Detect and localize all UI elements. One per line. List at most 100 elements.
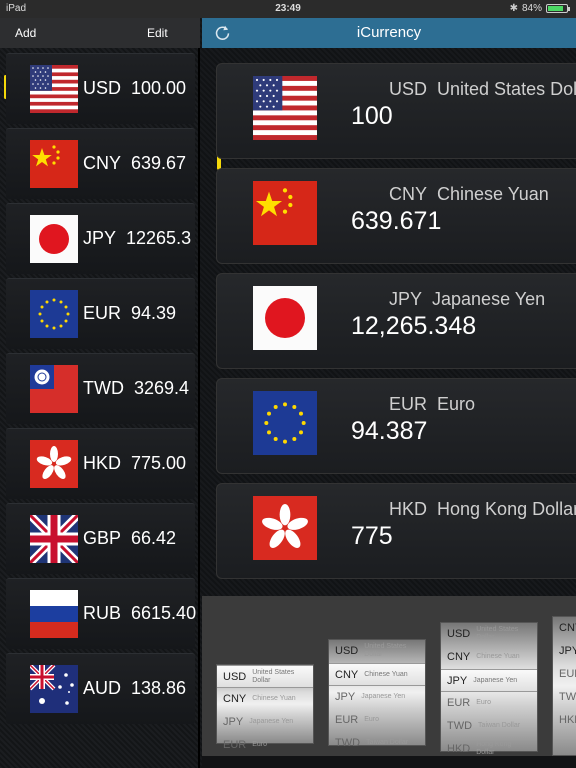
picker-option-name: Chinese Yuan — [364, 671, 408, 679]
picker-option[interactable]: EUR Euro — [217, 734, 313, 756]
main-navbar: iCurrency — [202, 18, 576, 48]
picker-wheel-2[interactable]: USD United States Dollar CNY Chinese Yuan JP… — [328, 639, 426, 749]
conversion-card-cny[interactable]: CNY Chinese Yuan 639.671 — [216, 168, 576, 264]
sidebar-item-text: USD 100.00 — [83, 78, 186, 99]
sidebar-item-text: GBP 66.42 — [83, 528, 176, 549]
currency-code: HKD — [83, 453, 122, 473]
currency-code: USD — [389, 79, 428, 99]
picker-wheel-4[interactable]: CNY JPY EUR TWD HKD — [552, 616, 576, 756]
picker-option[interactable]: USD United States Dollar — [329, 640, 425, 663]
picker-option[interactable]: CNY Chinese Yuan — [441, 646, 537, 669]
add-button[interactable]: Add — [15, 26, 36, 40]
sidebar-item-gbp[interactable]: GBP 66.42 — [6, 503, 195, 574]
currency-amount: 12265.3 — [126, 228, 192, 248]
picker-option[interactable]: CNY Chinese Yuan — [329, 663, 425, 686]
currency-amount: 775.00 — [131, 453, 187, 473]
currency-code: EUR — [389, 394, 428, 414]
conversion-card-hkd[interactable]: HKD Hong Kong Dollar 775 — [216, 483, 576, 579]
picker-option[interactable]: EUR Euro — [329, 709, 425, 732]
hkd-flag-icon — [253, 496, 317, 560]
currency-code: USD — [83, 78, 122, 98]
conversion-card-eur[interactable]: EUR Euro 94.387 — [216, 378, 576, 474]
sidebar-item-aud[interactable]: AUD 138.86 — [6, 653, 195, 724]
currency-code: HKD — [389, 499, 428, 519]
currency-code: TWD — [83, 378, 124, 398]
picker-option-code: CNY — [223, 693, 247, 705]
currency-code: CNY — [389, 184, 428, 204]
conversion-list: USD United States Dollar 100 CNY Chinese Yua… — [202, 48, 576, 596]
picker-option-code: JPY — [223, 716, 244, 728]
picker-option[interactable]: JPY Japanese Yen — [441, 669, 537, 692]
usd-flag-icon — [30, 65, 78, 113]
sidebar-item-text: AUD 138.86 — [83, 678, 186, 699]
twd-flag-icon — [30, 365, 78, 413]
sidebar-item-hkd[interactable]: HKD 775.00 — [6, 428, 195, 499]
picker-option[interactable]: TWD — [553, 686, 576, 709]
sidebar-item-text: CNY 639.67 — [83, 153, 186, 174]
picker-option[interactable]: USD United States Dollar — [441, 623, 537, 646]
currency-picker[interactable]: USD United States Dollar CNY Chinese Yuan JP… — [202, 596, 576, 756]
status-right: ✱ 84% — [510, 3, 570, 14]
picker-option[interactable]: EUR — [553, 663, 576, 686]
conversion-card-jpy[interactable]: JPY Japanese Yen 12,265.348 — [216, 273, 576, 369]
picker-option[interactable]: HKD Hong Kong Dollar — [441, 738, 537, 756]
picker-option-name: Taiwan Dollar — [478, 722, 521, 730]
picker-option[interactable]: USD United States Dollar — [217, 665, 313, 688]
picker-option-code: HKD — [447, 743, 471, 755]
picker-option-code: USD — [335, 645, 359, 657]
card-header: JPY Japanese Yen — [389, 289, 545, 310]
usd-flag-icon — [253, 76, 317, 140]
converted-value: 100 — [351, 102, 393, 130]
app-root: iPad 23:49 ✱ 84% Add Edit iCurrency USD 1… — [0, 0, 576, 768]
converted-value: 12,265.348 — [351, 312, 477, 340]
sidebar-item-rub[interactable]: RUB 6615.40 — [6, 578, 196, 649]
picker-option-code: JPY — [447, 675, 468, 687]
rub-flag-icon — [30, 590, 78, 638]
picker-option[interactable]: CNY Chinese Yuan — [217, 688, 313, 711]
picker-option-code: CNY — [335, 669, 359, 681]
cny-flag-icon — [30, 140, 78, 188]
picker-option-name: Japanese Yen — [473, 677, 518, 685]
jpy-flag-icon — [253, 286, 317, 350]
picker-option[interactable]: EUR Euro — [441, 692, 537, 715]
picker-option-code: HKD — [559, 714, 576, 726]
picker-option[interactable]: HKD — [553, 709, 576, 732]
card-header: CNY Chinese Yuan — [389, 184, 549, 205]
picker-option[interactable]: CNY — [553, 617, 576, 640]
card-header: HKD Hong Kong Dollar — [389, 499, 576, 520]
picker-option[interactable]: TWD Taiwan Dollar — [441, 715, 537, 738]
picker-wheel-1[interactable]: USD United States Dollar CNY Chinese Yuan JP… — [216, 664, 314, 751]
currency-code: EUR — [83, 303, 122, 323]
sidebar-item-text: RUB 6615.40 — [83, 603, 196, 624]
picker-option-code: TWD — [559, 691, 576, 703]
picker-option-code: EUR — [223, 739, 247, 751]
sidebar-item-eur[interactable]: EUR 94.39 — [6, 278, 195, 349]
currency-name: Japanese Yen — [432, 289, 546, 309]
conversion-card-usd[interactable]: USD United States Dollar 100 — [216, 63, 576, 159]
sidebar-item-jpy[interactable]: JPY 12265.3 — [6, 203, 195, 274]
picker-option-code: USD — [223, 671, 247, 683]
picker-option[interactable]: JPY Japanese Yen — [329, 686, 425, 709]
sidebar-item-twd[interactable]: TWD 3269.4 — [6, 353, 195, 424]
currency-amount: 3269.4 — [133, 378, 190, 398]
picker-option[interactable]: JPY Japanese Yen — [217, 711, 313, 734]
battery-percent: 84% — [521, 3, 542, 14]
sidebar-item-cny[interactable]: CNY 639.67 — [6, 128, 195, 199]
picker-option[interactable]: JPY — [553, 640, 576, 663]
picker-option-code: TWD — [335, 737, 361, 749]
picker-wheel-3[interactable]: USD United States Dollar CNY Chinese Yuan JP… — [440, 622, 538, 756]
currency-code: JPY — [83, 228, 117, 248]
picker-option-code: USD — [447, 628, 471, 640]
sidebar-item-usd[interactable]: USD 100.00 — [6, 53, 195, 124]
jpy-flag-icon — [30, 215, 78, 263]
card-header: USD United States Dollar — [389, 79, 576, 100]
picker-option-name: Euro — [476, 699, 492, 707]
picker-option-name: Chinese Yuan — [476, 653, 520, 661]
app-title: iCurrency — [356, 24, 422, 41]
picker-option-name: Japanese Yen — [361, 693, 406, 701]
currency-name: Hong Kong Dollar — [437, 499, 576, 519]
picker-option-name: Taiwan Dollar — [366, 739, 409, 747]
picker-option[interactable]: TWD Taiwan Dollar — [329, 732, 425, 755]
picker-option-code: TWD — [447, 720, 473, 732]
card-header: EUR Euro — [389, 394, 475, 415]
